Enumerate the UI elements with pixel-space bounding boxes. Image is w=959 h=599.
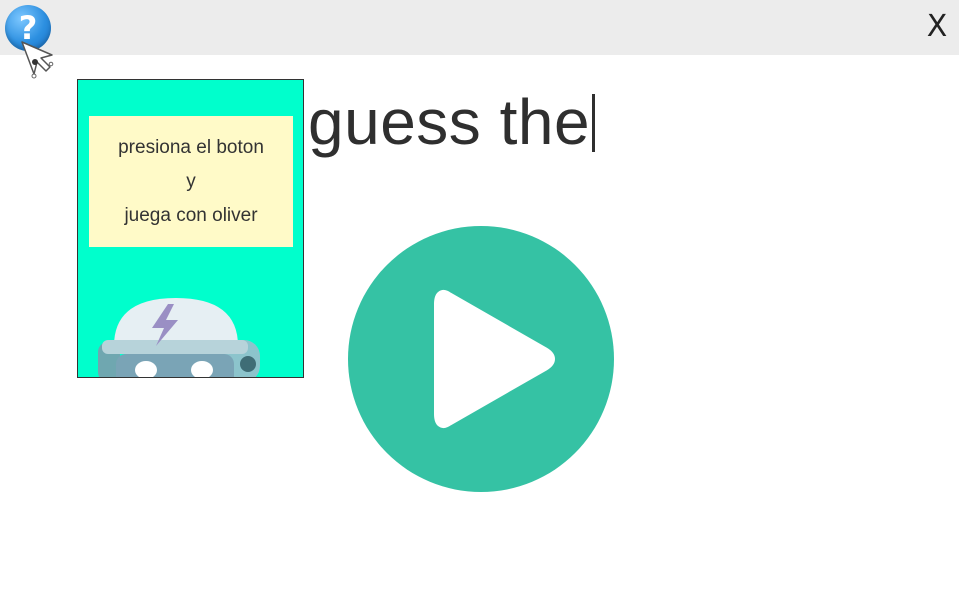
note-line-3: juega con oliver	[124, 204, 258, 226]
instruction-note: presiona el boton y juega con oliver	[89, 116, 293, 247]
info-card: presiona el boton y juega con oliver	[77, 79, 304, 378]
title-bar: ? X	[0, 0, 959, 55]
robot-icon	[98, 298, 260, 377]
game-title: guess the	[308, 82, 596, 162]
play-button[interactable]	[348, 226, 614, 492]
title-text: guess the	[308, 86, 591, 158]
note-line-1: presiona el boton	[118, 136, 264, 158]
close-button[interactable]: X	[925, 10, 949, 44]
note-line-2: y	[186, 170, 196, 192]
app-window: ? X presiona el boton y juega con oliver	[0, 0, 959, 599]
text-caret	[592, 94, 596, 152]
pointer-cursor-icon	[21, 41, 54, 79]
